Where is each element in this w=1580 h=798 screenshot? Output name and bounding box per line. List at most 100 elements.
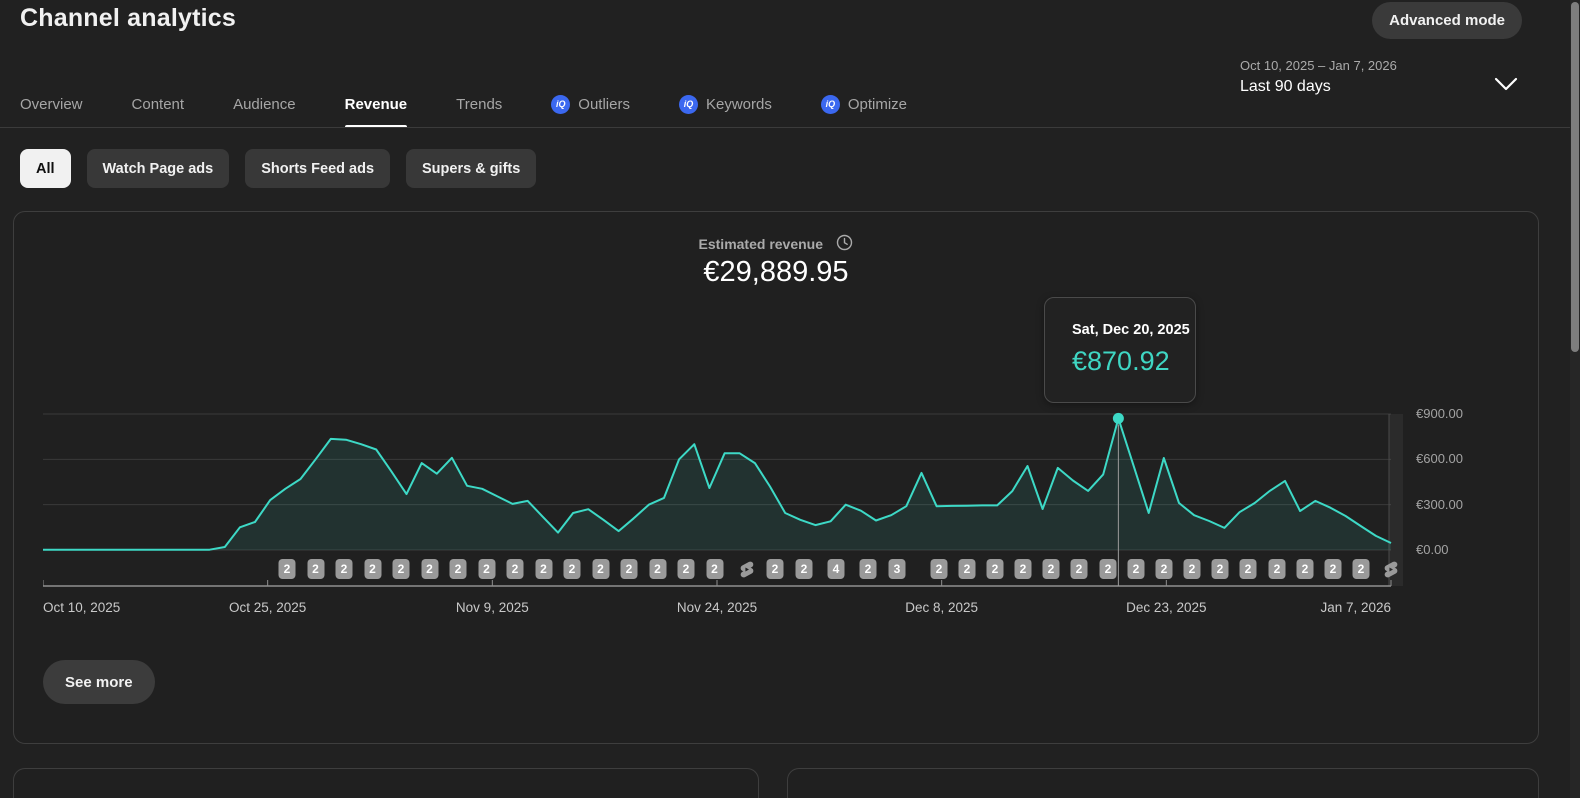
video-count-marker[interactable]: 2 <box>766 559 784 579</box>
preview-card-right <box>787 768 1539 798</box>
tab-divider <box>0 127 1580 128</box>
video-count-marker[interactable]: 2 <box>1239 559 1257 579</box>
y-axis-label: €0.00 <box>1416 542 1449 557</box>
chip-shorts-feed-ads[interactable]: Shorts Feed ads <box>245 149 391 188</box>
video-count-marker[interactable]: 2 <box>1324 559 1342 579</box>
video-count-marker[interactable]: 3 <box>888 559 906 579</box>
revenue-filter-chips: All Watch Page ads Shorts Feed ads Supers &… <box>20 149 537 188</box>
video-count-marker[interactable]: 2 <box>677 559 695 579</box>
tab-label: Overview <box>20 95 83 113</box>
video-count-marker[interactable]: 2 <box>1211 559 1229 579</box>
preview-card-left <box>13 768 759 798</box>
video-count-marker[interactable]: 2 <box>364 559 381 579</box>
date-range-text: Oct 10, 2025 – Jan 7, 2026 <box>1240 58 1397 73</box>
video-count-marker[interactable]: 2 <box>1155 559 1173 579</box>
video-count-marker[interactable]: 2 <box>449 559 467 579</box>
video-count-marker[interactable]: 2 <box>563 559 581 579</box>
tab-revenue[interactable]: Revenue <box>344 80 408 128</box>
analytics-tab-bar: Overview Content Audience Revenue Trends iQ Ou… <box>20 80 907 128</box>
see-more-label: See more <box>65 673 133 691</box>
video-count-marker[interactable]: 2 <box>706 559 723 579</box>
metric-header: Estimated revenue <box>14 234 1538 253</box>
video-count-marker[interactable]: 2 <box>1268 559 1286 579</box>
video-count-marker[interactable]: 2 <box>1042 559 1060 579</box>
tab-audience[interactable]: Audience <box>233 80 296 128</box>
video-count-marker[interactable]: 2 <box>1296 559 1314 579</box>
tab-outliers[interactable]: iQ Outliers <box>551 80 630 128</box>
x-axis-label: Nov 9, 2025 <box>455 600 529 615</box>
video-marker-row: 2222222222222222224232222222222222222 <box>43 559 1403 581</box>
metric-value: €29,889.95 <box>703 256 849 288</box>
video-count-marker[interactable]: 2 <box>307 559 324 579</box>
video-count-marker[interactable]: 2 <box>859 559 877 579</box>
tab-overview[interactable]: Overview <box>20 80 83 128</box>
video-count-marker[interactable]: 2 <box>506 559 524 579</box>
video-count-marker[interactable]: 2 <box>478 559 495 579</box>
y-axis-label: €600.00 <box>1416 451 1463 467</box>
page-title: Channel analytics <box>20 4 236 32</box>
video-count-marker[interactable]: 2 <box>930 559 948 579</box>
video-count-marker[interactable]: 2 <box>421 559 438 579</box>
revenue-area-fill <box>43 418 1391 550</box>
video-count-marker[interactable]: 2 <box>335 559 353 579</box>
chip-all[interactable]: All <box>20 149 71 188</box>
tab-label: Content <box>131 95 185 113</box>
shorts-video-marker-icon[interactable] <box>738 560 757 579</box>
video-count-marker[interactable]: 2 <box>1014 559 1032 579</box>
estimated-revenue-card: Estimated revenue €29,889.95 22222222222… <box>13 211 1539 744</box>
chip-supers-gifts[interactable]: Supers & gifts <box>406 149 537 188</box>
chip-watch-page-ads[interactable]: Watch Page ads <box>86 149 230 188</box>
tab-optimize[interactable]: iQ Optimize <box>820 80 908 128</box>
chart-tooltip: Sat, Dec 20, 2025 €870.92 <box>1044 297 1196 403</box>
video-count-marker[interactable]: 4 <box>827 559 845 579</box>
video-count-marker[interactable]: 2 <box>1127 559 1145 579</box>
y-axis-label: €900.00 <box>1416 406 1463 421</box>
video-count-marker[interactable]: 2 <box>795 559 813 579</box>
x-axis-label: Dec 23, 2025 <box>1126 600 1207 615</box>
shorts-video-marker-icon[interactable] <box>1382 560 1401 579</box>
date-range-filter[interactable]: Oct 10, 2025 – Jan 7, 2026 Last 90 days <box>1240 58 1397 96</box>
y-axis-label: €300.00 <box>1416 496 1463 512</box>
video-count-marker[interactable]: 2 <box>278 559 296 579</box>
scrollbar <box>1570 0 1580 798</box>
video-count-marker[interactable]: 2 <box>1070 559 1088 579</box>
x-axis-label: Oct 25, 2025 <box>229 600 307 615</box>
x-axis-label: Nov 24, 2025 <box>676 600 758 615</box>
video-count-marker[interactable]: 2 <box>592 559 609 579</box>
video-count-marker[interactable]: 2 <box>1099 559 1117 579</box>
tab-label: Outliers <box>578 95 630 113</box>
video-count-marker[interactable]: 2 <box>1183 559 1201 579</box>
tab-label: Keywords <box>705 95 772 113</box>
video-count-marker[interactable]: 2 <box>1352 559 1370 579</box>
video-count-marker[interactable]: 2 <box>649 559 666 579</box>
tab-label: Revenue <box>344 95 408 113</box>
tooltip-value: €870.92 <box>1072 346 1170 376</box>
video-count-marker[interactable]: 2 <box>392 559 410 579</box>
tab-label: Optimize <box>847 95 908 113</box>
iq-badge-icon: iQ <box>678 94 698 114</box>
tab-keywords[interactable]: iQ Keywords <box>678 80 772 128</box>
video-count-marker[interactable]: 2 <box>958 559 976 579</box>
tab-trends[interactable]: Trends <box>456 80 502 128</box>
x-axis-labels: Oct 10, 2025 Oct 25, 2025 Nov 9, 2025 Nov 2… <box>43 600 1403 616</box>
see-more-button[interactable]: See more <box>43 660 155 704</box>
tab-content[interactable]: Content <box>132 80 185 128</box>
iq-badge-icon: iQ <box>551 94 571 114</box>
x-axis-label: Oct 10, 2025 <box>43 600 121 615</box>
tab-label: Audience <box>233 95 296 113</box>
advanced-mode-label: Advanced mode <box>1389 12 1505 29</box>
date-preset-text: Last 90 days <box>1240 78 1331 95</box>
highlighted-data-point[interactable] <box>1112 412 1124 424</box>
video-count-marker[interactable]: 2 <box>620 559 638 579</box>
x-axis-label: Jan 7, 2026 <box>1320 600 1391 615</box>
tab-label: Trends <box>456 95 503 113</box>
iq-badge-icon: iQ <box>820 94 840 114</box>
scrollbar-thumb[interactable] <box>1571 2 1579 352</box>
chevron-down-icon[interactable] <box>1492 72 1520 96</box>
info-clock-icon[interactable] <box>836 234 853 251</box>
video-count-marker[interactable]: 2 <box>986 559 1004 579</box>
x-axis-label: Dec 8, 2025 <box>905 600 979 615</box>
video-count-marker[interactable]: 2 <box>535 559 552 579</box>
advanced-mode-button[interactable]: Advanced mode <box>1372 2 1522 39</box>
channel-analytics-page: Channel analytics Advanced mode Overview… <box>0 0 1580 798</box>
